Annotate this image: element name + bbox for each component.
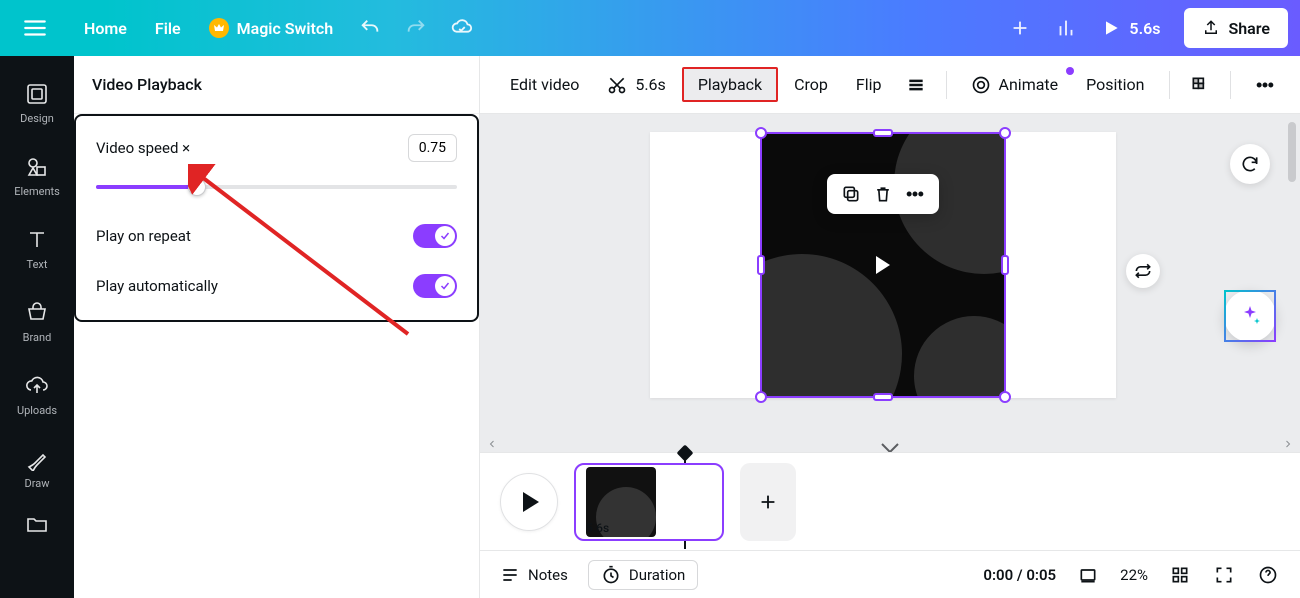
undo-button[interactable] [347,0,393,56]
add-button[interactable] [997,0,1043,56]
time-display: 0:00 / 0:05 [983,566,1056,584]
list-icon-button[interactable] [898,69,934,101]
sidebar-item-brand[interactable]: Brand [0,289,74,362]
flip-button[interactable]: Flip [844,69,894,100]
video-speed-input[interactable]: 0.75 [408,134,457,162]
resize-handle[interactable] [999,127,1011,139]
duration-button[interactable]: Duration [588,560,698,590]
fullscreen-button[interactable] [1212,563,1236,587]
resize-handle[interactable] [757,255,765,275]
context-toolbar: Edit video 5.6s Playback Crop Flip Anima… [480,56,1300,114]
grid-view-button[interactable] [1168,563,1192,587]
animate-button[interactable]: Animate [959,69,1071,101]
home-link[interactable]: Home [70,0,141,56]
sidebar-item-elements[interactable]: Elements [0,143,74,216]
playback-button[interactable]: Playback [682,67,778,102]
redo-button[interactable] [393,0,439,56]
ai-assistant-button[interactable] [1224,290,1276,342]
crown-icon [209,18,229,38]
analytics-button[interactable] [1043,0,1089,56]
trim-duration-button[interactable]: 5.6s [595,69,677,101]
share-label: Share [1228,19,1270,38]
timeline-clip[interactable]: 5.6s [574,463,724,541]
sidebar-item-text[interactable]: Text [0,216,74,289]
share-button[interactable]: Share [1184,8,1288,48]
trim-duration-label: 5.6s [635,75,665,94]
resize-handle[interactable] [755,127,767,139]
magic-switch-label: Magic Switch [237,19,334,38]
sidebar-item-label: Brand [23,331,52,344]
magic-switch-button[interactable]: Magic Switch [195,0,348,56]
video-speed-label: Video speed × [96,139,190,157]
sidebar-item-label: Text [27,258,48,271]
sidebar-item-uploads[interactable]: Uploads [0,362,74,435]
video-play-icon[interactable] [876,256,890,274]
clip-duration-label: 5.6s [586,521,609,535]
transparency-button[interactable] [1182,69,1218,101]
video-speed-slider[interactable] [96,176,457,198]
resize-handle[interactable] [873,129,893,137]
top-bar: Home File Magic Switch 5.6s Share [0,0,1300,56]
notification-dot [1066,67,1074,75]
play-auto-label: Play automatically [96,277,218,295]
animate-label: Animate [999,75,1059,94]
play-repeat-label: Play on repeat [96,227,191,245]
duplicate-button[interactable] [839,182,863,206]
page-indicator-icon[interactable] [880,442,900,452]
sync-button[interactable] [1126,254,1160,288]
edit-video-button[interactable]: Edit video [498,69,591,100]
canvas-column: Edit video 5.6s Playback Crop Flip Anima… [480,56,1300,598]
resize-handle[interactable] [873,393,893,401]
element-floating-toolbar [827,174,939,214]
sidebar-item-draw[interactable]: Draw [0,435,74,508]
notes-button[interactable]: Notes [500,565,568,585]
cloud-sync-icon[interactable] [439,0,485,56]
help-button[interactable] [1256,563,1280,587]
playback-card: Video speed × 0.75 Play on repeat Play a… [74,114,479,322]
sidebar-item-design[interactable]: Design [0,70,74,143]
slider-thumb[interactable] [188,178,206,196]
more-button[interactable] [1243,69,1287,101]
timeline-play-button[interactable] [500,473,558,531]
file-menu[interactable]: File [141,0,195,56]
duration-label: Duration [629,566,685,584]
add-page-button[interactable] [740,463,796,541]
crop-button[interactable]: Crop [782,69,840,100]
sidebar-item-label: Elements [14,185,60,198]
play-repeat-toggle[interactable] [413,224,457,248]
notes-label: Notes [528,566,568,584]
left-sidebar: Design Elements Text Brand Uploads Draw [0,56,74,598]
resize-handle[interactable] [999,391,1011,403]
panel-title: Video Playback [74,56,479,114]
resize-handle[interactable] [755,391,767,403]
preview-play-button[interactable]: 5.6s [1089,18,1172,38]
element-more-button[interactable] [903,182,927,206]
timeline: 5.6s [480,452,1300,550]
sidebar-item-label: Design [20,112,54,125]
sidebar-item-projects[interactable] [0,508,74,544]
canvas-stage[interactable] [480,114,1300,452]
vertical-scrollbar[interactable] [1286,120,1298,438]
playback-panel: Video Playback Video speed × 0.75 Play o… [74,56,480,598]
resize-handle[interactable] [1001,255,1009,275]
zoom-level[interactable]: 22% [1120,566,1148,584]
bottom-bar: Notes Duration 0:00 / 0:05 22% [480,550,1300,598]
sidebar-item-label: Draw [25,477,50,490]
play-auto-toggle[interactable] [413,274,457,298]
delete-button[interactable] [871,182,895,206]
regenerate-button[interactable] [1230,144,1270,184]
menu-button[interactable] [0,0,70,56]
sidebar-item-label: Uploads [17,404,57,417]
preview-duration-label: 5.6s [1129,19,1160,38]
page-view-button[interactable] [1076,563,1100,587]
selected-video-element[interactable] [760,132,1006,398]
position-button[interactable]: Position [1074,69,1156,100]
